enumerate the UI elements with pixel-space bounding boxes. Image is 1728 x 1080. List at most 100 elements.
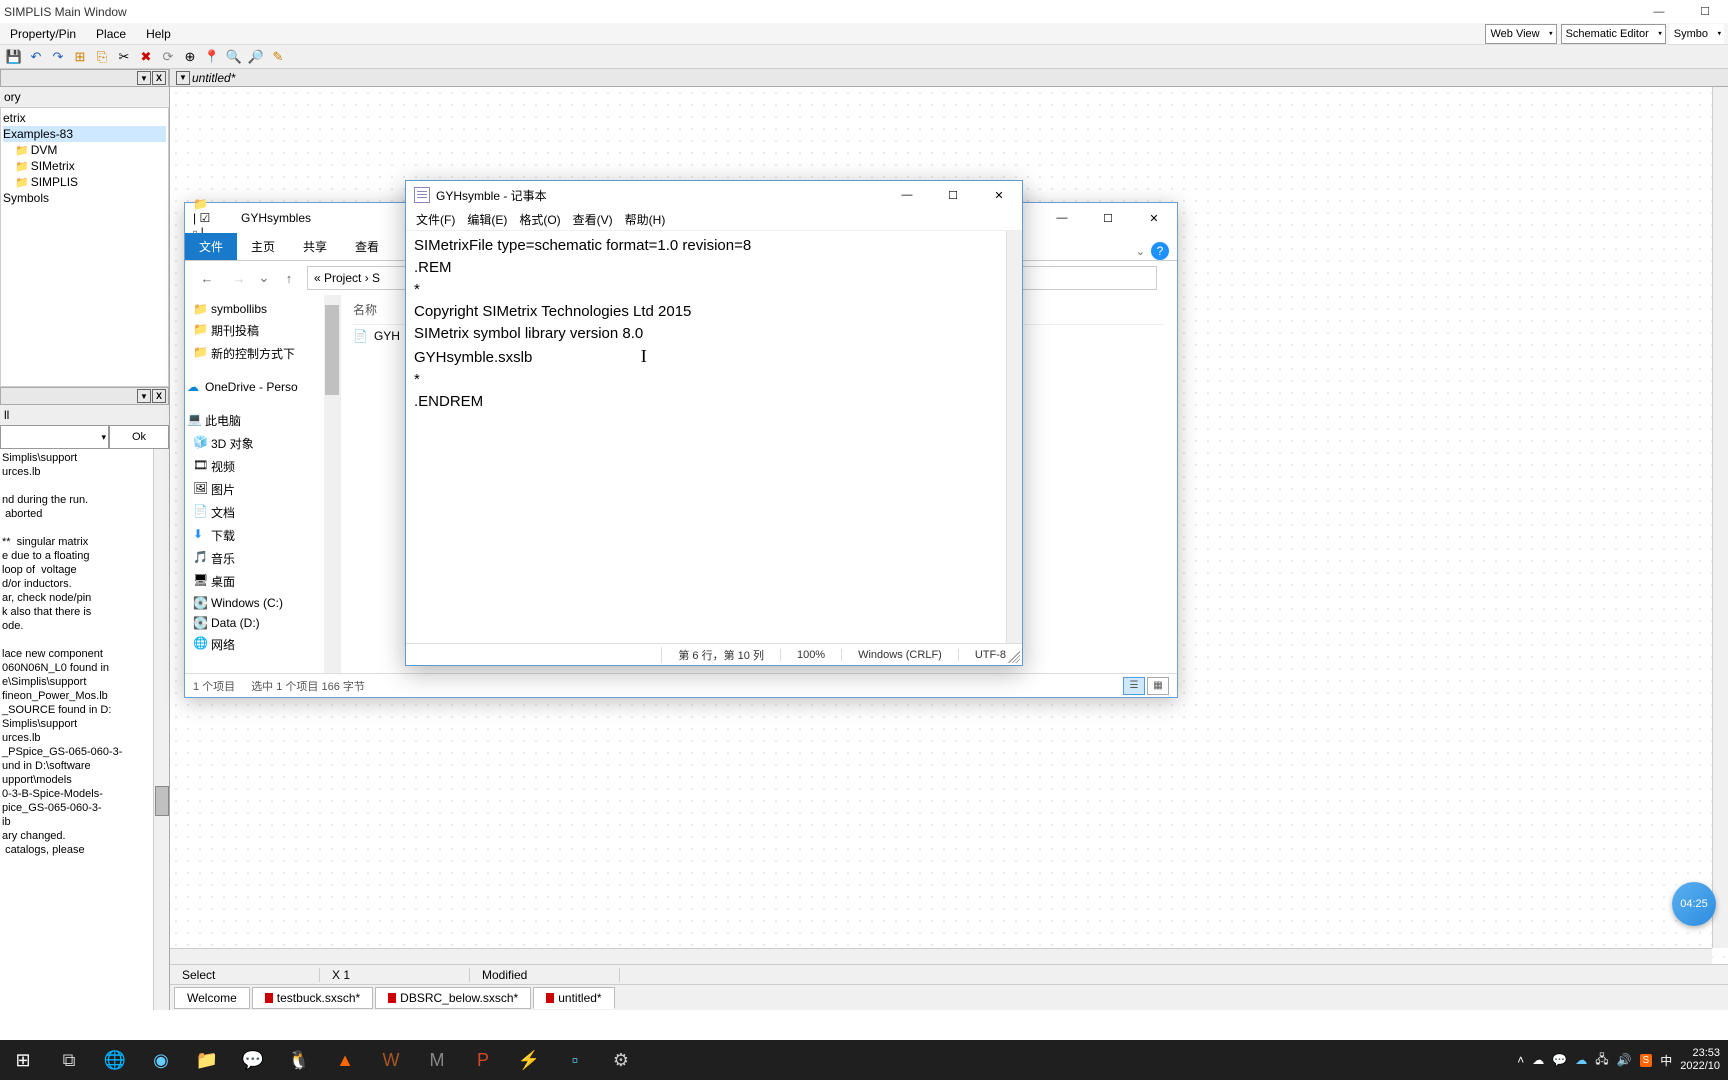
combo-select[interactable] xyxy=(0,425,109,449)
menu-edit[interactable]: 编辑(E) xyxy=(461,211,513,228)
schematic-editor-select[interactable]: Schematic Editor xyxy=(1561,24,1666,44)
nav-item[interactable]: 💽Windows (C:) xyxy=(187,593,338,613)
redo-icon[interactable]: ↷ xyxy=(48,47,68,67)
close-button[interactable]: ✕ xyxy=(1131,203,1177,233)
scrollbar-thumb[interactable] xyxy=(155,786,169,816)
nav-item-thispc[interactable]: 💻此电脑 xyxy=(187,409,338,432)
recent-dropdown[interactable]: ⌄ xyxy=(257,266,271,290)
help-icon[interactable]: ? xyxy=(1151,242,1169,260)
tab-welcome[interactable]: Welcome xyxy=(174,987,250,1009)
save-icon[interactable]: 💾 xyxy=(4,47,24,67)
nav-item[interactable]: 📁symbollibs xyxy=(187,299,338,319)
tray-volume-icon[interactable]: 🔊 xyxy=(1617,1053,1632,1067)
cut-icon[interactable]: ✂ xyxy=(114,47,134,67)
nav-item[interactable]: 🖥桌面 xyxy=(187,570,338,593)
maximize-button[interactable]: ☐ xyxy=(1682,0,1728,23)
copy-icon[interactable]: ⎘ xyxy=(92,47,112,67)
taskbar-app-icon[interactable]: ⚡ xyxy=(506,1040,552,1080)
taskbar-app-icon[interactable]: W xyxy=(368,1040,414,1080)
taskbar-edge-icon[interactable]: 🌐 xyxy=(92,1040,138,1080)
panel-dropdown-icon[interactable]: ▼ xyxy=(137,389,151,403)
ribbon-tab-home[interactable]: 主页 xyxy=(237,233,289,260)
menu-help[interactable]: 帮助(H) xyxy=(619,211,672,228)
forward-button[interactable]: → xyxy=(225,266,253,290)
scrollbar-horizontal[interactable] xyxy=(170,948,1712,964)
type-select[interactable]: Symbo xyxy=(1670,24,1724,44)
taskbar-app-icon[interactable]: ▫ xyxy=(552,1040,598,1080)
timer-badge[interactable]: 04:25 xyxy=(1672,882,1716,926)
resize-grip[interactable] xyxy=(1008,651,1020,663)
tab-dbsrc[interactable]: DBSRC_below.sxsch* xyxy=(375,987,531,1009)
nav-item[interactable]: 🖼图片 xyxy=(187,478,338,501)
nav-item[interactable]: 📁期刊投稿 xyxy=(187,319,338,342)
tree-item[interactable]: SIMPLIS xyxy=(3,174,166,190)
panel-dropdown-icon[interactable]: ▼ xyxy=(137,71,151,85)
tree-item[interactable]: etrix xyxy=(3,110,166,126)
ok-button[interactable]: Ok xyxy=(109,425,169,449)
nav-item[interactable]: 🌐网络 xyxy=(187,633,338,656)
menu-property-pin[interactable]: Property/Pin xyxy=(0,25,86,43)
notepad-window[interactable]: GYHsymble - 记事本 — ☐ ✕ 文件(F) 编辑(E) 格式(O) … xyxy=(405,180,1023,666)
undo-icon[interactable]: ↶ xyxy=(26,47,46,67)
nav-item[interactable]: 📁新的控制方式下 xyxy=(187,342,338,365)
target-icon[interactable]: ⊕ xyxy=(180,47,200,67)
nav-pane[interactable]: 📁symbollibs 📁期刊投稿 📁新的控制方式下 ☁OneDrive - P… xyxy=(185,295,341,673)
up-button[interactable]: ↑ xyxy=(275,266,303,290)
notepad-text-area[interactable]: SIMetrixFile type=schematic format=1.0 r… xyxy=(406,231,1022,643)
menu-place[interactable]: Place xyxy=(86,25,136,43)
panel-close-icon[interactable]: X xyxy=(152,71,166,85)
refresh-icon[interactable]: ⟳ xyxy=(158,47,178,67)
menu-file[interactable]: 文件(F) xyxy=(410,211,461,228)
tray-onedrive-icon[interactable]: ☁ xyxy=(1575,1053,1587,1067)
nav-item[interactable]: 🎵音乐 xyxy=(187,547,338,570)
panel-close-icon[interactable]: X xyxy=(152,389,166,403)
taskbar-app-icon[interactable]: ▲ xyxy=(322,1040,368,1080)
taskbar-wechat-icon[interactable]: 💬 xyxy=(230,1040,276,1080)
delete-icon[interactable]: ✖ xyxy=(136,47,156,67)
taskbar-powerpoint-icon[interactable]: P xyxy=(460,1040,506,1080)
notepad-title-bar[interactable]: GYHsymble - 记事本 — ☐ ✕ xyxy=(406,181,1022,209)
taskbar-explorer-icon[interactable]: 📁 xyxy=(184,1040,230,1080)
icons-view-icon[interactable]: ▦ xyxy=(1147,677,1169,695)
taskbar-app-icon[interactable]: 🐧 xyxy=(276,1040,322,1080)
nav-item[interactable]: 🧊3D 对象 xyxy=(187,432,338,455)
tray-chevron-icon[interactable]: ˄ xyxy=(1517,1053,1524,1067)
maximize-button[interactable]: ☐ xyxy=(1085,203,1131,233)
nav-item[interactable]: 📄文档 xyxy=(187,501,338,524)
minimize-button[interactable]: — xyxy=(1039,203,1085,233)
back-button[interactable]: ← xyxy=(193,266,221,290)
tree-item[interactable]: Examples-83 xyxy=(3,126,166,142)
web-view-select[interactable]: Web View xyxy=(1485,24,1556,44)
nav-item[interactable]: 💽Data (D:) xyxy=(187,613,338,633)
zoom-in-icon[interactable]: 🔎 xyxy=(246,47,266,67)
tree-item[interactable]: SIMetrix xyxy=(3,158,166,174)
task-view-icon[interactable]: ⧉ xyxy=(46,1040,92,1080)
tray-wechat-icon[interactable]: 💬 xyxy=(1552,1053,1567,1067)
tab-untitled[interactable]: untitled* xyxy=(533,987,614,1009)
new-icon[interactable]: ⊞ xyxy=(70,47,90,67)
tree-item[interactable]: Symbols xyxy=(3,190,166,206)
tray-input-icon[interactable]: 中 xyxy=(1660,1052,1672,1069)
pin-icon[interactable]: 📍 xyxy=(202,47,222,67)
tray-clock[interactable]: 23:53 2022/10 xyxy=(1680,1047,1720,1073)
scrollbar[interactable] xyxy=(153,449,169,1010)
scrollbar[interactable] xyxy=(324,295,340,673)
tray-network-icon[interactable]: 🖧 xyxy=(1595,1050,1608,1071)
ribbon-tab-file[interactable]: 文件 xyxy=(185,233,237,260)
menu-format[interactable]: 格式(O) xyxy=(513,211,566,228)
nav-item-onedrive[interactable]: ☁OneDrive - Perso xyxy=(187,377,338,397)
tray-weather-icon[interactable]: ☁ xyxy=(1532,1053,1544,1067)
menu-view[interactable]: 查看(V) xyxy=(567,211,619,228)
start-button[interactable]: ⊞ xyxy=(0,1040,46,1080)
zoom-out-icon[interactable]: 🔍 xyxy=(224,47,244,67)
nav-item[interactable]: ⬇下载 xyxy=(187,524,338,547)
nav-item[interactable]: 🎞视频 xyxy=(187,455,338,478)
taskbar-settings-icon[interactable]: ⚙ xyxy=(598,1040,644,1080)
log-output[interactable]: Simplis\support urces.lb nd during the r… xyxy=(0,449,169,1010)
scrollbar-thumb[interactable] xyxy=(325,305,339,395)
maximize-button[interactable]: ☐ xyxy=(930,181,976,209)
tray-ime-icon[interactable]: S xyxy=(1640,1054,1653,1067)
doc-dropdown-icon[interactable]: ▼ xyxy=(176,71,190,85)
scrollbar-vertical[interactable] xyxy=(1712,87,1728,948)
taskbar-app-icon[interactable]: M xyxy=(414,1040,460,1080)
